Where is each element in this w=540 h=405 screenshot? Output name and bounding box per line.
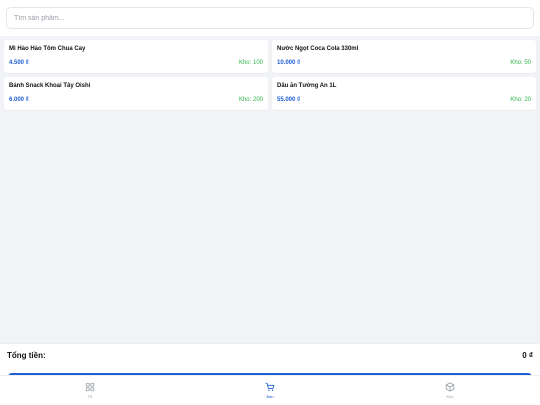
nav-label-kho: Kho [446,394,454,399]
product-card[interactable]: Dầu ăn Tường An 1L 55.000 ₫ Kho: 20 [272,77,536,110]
product-stock: Kho: 200 [238,97,263,103]
pos-app: Mì Hảo Hảo Tôm Chua Cay 4.500 ₫ Kho: 100… [0,0,540,405]
product-price: 55.000 ₫ [277,97,301,103]
product-price: 10.000 ₫ [277,60,301,66]
product-name: Nước Ngọt Coca Cola 330ml [277,46,359,52]
product-grid: Mì Hảo Hảo Tôm Chua Cay 4.500 ₫ Kho: 100… [4,40,536,110]
nav-label-tk: TK [87,394,93,399]
product-card[interactable]: Mì Hảo Hảo Tôm Chua Cay 4.500 ₫ Kho: 100 [4,40,268,73]
total-bar: Tổng tiền: 0 ₫ [0,343,540,379]
total-value: 0 ₫ [522,351,533,360]
product-stock: Kho: 50 [510,60,531,66]
product-card[interactable]: Bánh Snack Khoai Tây Oishi 6.000 ₫ Kho: … [4,77,268,110]
product-price: 4.500 ₫ [9,60,29,66]
search-header [0,0,540,36]
product-price: 6.000 ₫ [9,97,29,103]
total-label: Tổng tiền: [7,351,46,360]
grid-icon [85,382,95,392]
product-name: Dầu ăn Tường An 1L [277,83,337,89]
nav-item-kho[interactable]: Kho [360,376,540,405]
product-card[interactable]: Nước Ngọt Coca Cola 330ml 10.000 ₫ Kho: … [272,40,536,73]
bottom-nav: TK Bán Kho [0,375,540,405]
product-name: Bánh Snack Khoai Tây Oishi [9,83,91,89]
nav-label-ban: Bán [266,394,274,399]
cart-icon [265,382,275,391]
nav-item-tk[interactable]: TK [0,376,180,405]
product-stock: Kho: 100 [238,60,263,66]
nav-item-ban[interactable]: Bán [180,376,360,405]
product-name: Mì Hảo Hảo Tôm Chua Cay [9,46,86,52]
product-stock: Kho: 20 [510,97,531,103]
search-input[interactable] [6,7,534,29]
box-icon [445,382,455,392]
